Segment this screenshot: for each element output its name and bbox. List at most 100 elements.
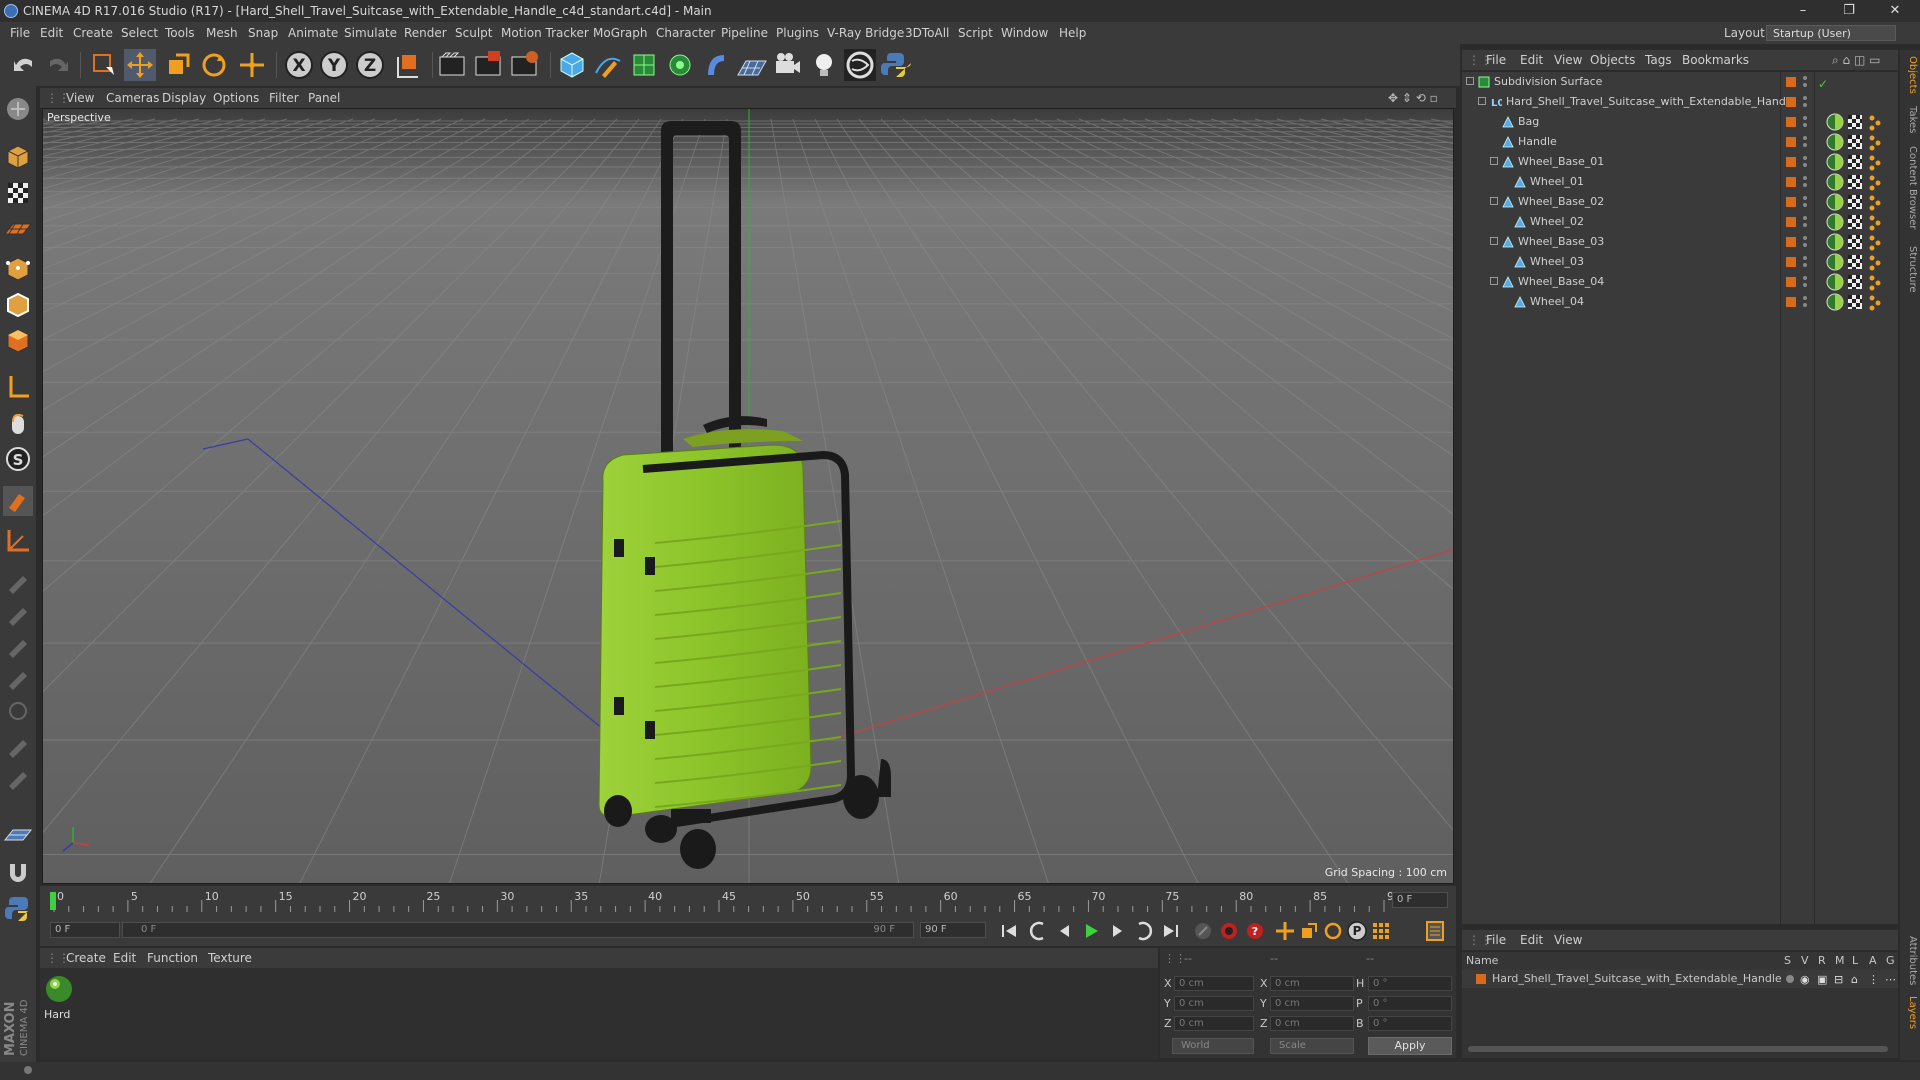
layer-color-icon[interactable] xyxy=(1786,197,1796,207)
object-row[interactable]: Wheel_02 xyxy=(1462,212,1898,232)
rot-h-field[interactable]: 0 ° xyxy=(1368,976,1452,991)
expand-toggle-icon[interactable] xyxy=(1466,77,1474,85)
layer-menu-view[interactable]: View xyxy=(1554,930,1582,950)
object-name[interactable]: Subdivision Surface xyxy=(1494,72,1602,92)
close-button[interactable]: ✕ xyxy=(1872,0,1918,22)
render-view-icon[interactable] xyxy=(436,49,468,81)
next-frame-icon[interactable] xyxy=(1106,920,1128,942)
layer-color-icon[interactable] xyxy=(1786,297,1796,307)
go-to-end-icon[interactable] xyxy=(1160,920,1182,942)
material-menu-texture[interactable]: Texture xyxy=(208,948,252,968)
material-menu-edit[interactable]: Edit xyxy=(113,948,136,968)
uvw-tag-icon[interactable] xyxy=(1846,253,1864,271)
object-menu-bookmarks[interactable]: Bookmarks xyxy=(1682,50,1749,70)
workplane-mode-icon[interactable] xyxy=(3,214,33,244)
uvw-tag-icon[interactable] xyxy=(1846,213,1864,231)
layer-generators-icon[interactable]: ⋯ xyxy=(1885,971,1896,989)
scale-tool-icon[interactable] xyxy=(162,49,194,81)
layer-color-icon[interactable] xyxy=(1786,117,1796,127)
object-menu-file[interactable]: File xyxy=(1486,50,1506,70)
visibility-dots-icon[interactable] xyxy=(1802,195,1808,209)
viewport-navigate-icons[interactable]: ✥ ⇕ ⟲ ▫ xyxy=(1388,88,1438,108)
expand-toggle-icon[interactable] xyxy=(1490,237,1498,245)
size-z-field[interactable]: 0 cm xyxy=(1270,1016,1354,1031)
key-rotation-icon[interactable] xyxy=(1322,920,1344,942)
material-tag-icon[interactable] xyxy=(1826,273,1844,291)
pos-x-field[interactable]: 0 cm xyxy=(1174,976,1254,991)
live-selection-icon[interactable] xyxy=(88,49,120,81)
menu-3dtoall[interactable]: 3DToAll xyxy=(905,22,949,44)
selection-tag-icon[interactable] xyxy=(1866,213,1884,231)
object-name[interactable]: Bag xyxy=(1518,112,1539,132)
rot-p-field[interactable]: 0 ° xyxy=(1368,996,1452,1011)
material-tag-icon[interactable] xyxy=(1826,253,1844,271)
move-tool-icon[interactable] xyxy=(124,49,156,81)
tab-content-browser[interactable]: Content Browser xyxy=(1902,146,1918,229)
uvw-tag-icon[interactable] xyxy=(1846,193,1864,211)
selection-tag-icon[interactable] xyxy=(1866,173,1884,191)
subdivision-surface-icon[interactable] xyxy=(628,49,660,81)
visibility-dots-icon[interactable] xyxy=(1802,155,1808,169)
pen-spline-icon[interactable] xyxy=(592,49,624,81)
z-axis-lock-icon[interactable]: Z xyxy=(354,49,386,81)
mograph-cloner-icon[interactable] xyxy=(664,49,696,81)
visibility-dots-icon[interactable] xyxy=(1802,255,1808,269)
object-name[interactable]: Wheel_04 xyxy=(1530,292,1584,312)
menu-character[interactable]: Character xyxy=(656,22,715,44)
pos-z-field[interactable]: 0 cm xyxy=(1174,1016,1254,1031)
menu-edit[interactable]: Edit xyxy=(40,22,63,44)
minimize-button[interactable]: – xyxy=(1780,0,1826,22)
material-swatch-hard[interactable] xyxy=(44,974,74,1004)
vray-bridge-icon[interactable] xyxy=(844,49,876,81)
object-row[interactable]: Subdivision Surface ✓ xyxy=(1462,72,1898,92)
selection-tag-icon[interactable] xyxy=(1866,133,1884,151)
layer-color-icon[interactable] xyxy=(1786,277,1796,287)
material-tag-icon[interactable] xyxy=(1826,233,1844,251)
menu-mesh[interactable]: Mesh xyxy=(206,22,238,44)
rotate-tool-icon[interactable] xyxy=(198,49,230,81)
material-tag-icon[interactable] xyxy=(1826,153,1844,171)
object-menu-tags[interactable]: Tags xyxy=(1645,50,1672,70)
texture-mode-icon[interactable] xyxy=(3,178,33,208)
redo-icon[interactable] xyxy=(42,49,74,81)
object-name[interactable]: Wheel_02 xyxy=(1530,212,1584,232)
layer-row[interactable]: Hard_Shell_Travel_Suitcase_with_Extendab… xyxy=(1462,970,1898,988)
viewport-menu-options[interactable]: Options xyxy=(213,88,259,108)
menu-plugins[interactable]: Plugins xyxy=(776,22,819,44)
menu-script[interactable]: Script xyxy=(958,22,993,44)
material-tag-icon[interactable] xyxy=(1826,193,1844,211)
rot-b-field[interactable]: 0 ° xyxy=(1368,1016,1452,1031)
key-point-level-icon[interactable] xyxy=(1370,920,1392,942)
uvw-tag-icon[interactable] xyxy=(1846,153,1864,171)
menu-select[interactable]: Select xyxy=(121,22,158,44)
menu-sculpt[interactable]: Sculpt xyxy=(455,22,492,44)
perspective-viewport[interactable]: Perspective Grid Spacing : 100 cm xyxy=(42,108,1454,884)
object-name[interactable]: Wheel_Base_01 xyxy=(1518,152,1604,172)
playhead[interactable] xyxy=(50,892,56,910)
tab-structure[interactable]: Structure xyxy=(1902,246,1918,293)
menu-snap[interactable]: Snap xyxy=(248,22,278,44)
layer-color-icon[interactable] xyxy=(1786,157,1796,167)
key-scale-icon[interactable] xyxy=(1298,920,1320,942)
object-name[interactable]: Wheel_Base_03 xyxy=(1518,232,1604,252)
menu-file[interactable]: File xyxy=(10,22,30,44)
selection-tag-icon[interactable] xyxy=(1866,233,1884,251)
material-tag-icon[interactable] xyxy=(1826,173,1844,191)
expand-toggle-icon[interactable] xyxy=(1478,97,1486,105)
layer-name[interactable]: Hard_Shell_Travel_Suitcase_with_Extendab… xyxy=(1492,970,1782,988)
expand-toggle-icon[interactable] xyxy=(1490,157,1498,165)
size-x-field[interactable]: 0 cm xyxy=(1270,976,1354,991)
menu-mograph[interactable]: MoGraph xyxy=(593,22,648,44)
current-frame-field[interactable]: 0 F xyxy=(1392,892,1448,908)
object-row[interactable]: Wheel_04 xyxy=(1462,292,1898,312)
python-script-icon[interactable] xyxy=(880,49,912,81)
layout-select[interactable]: Startup (User) xyxy=(1766,25,1896,41)
layer-manager-icon[interactable]: ⊟ xyxy=(1834,971,1843,989)
object-row[interactable]: Wheel_Base_04 xyxy=(1462,272,1898,292)
selection-tag-icon[interactable] xyxy=(1866,113,1884,131)
previous-frame-icon[interactable] xyxy=(1054,920,1076,942)
python-icon[interactable] xyxy=(3,894,33,924)
uvw-tag-icon[interactable] xyxy=(1846,293,1864,311)
material-menu-create[interactable]: Create xyxy=(66,948,106,968)
layer-menu-edit[interactable]: Edit xyxy=(1520,930,1543,950)
